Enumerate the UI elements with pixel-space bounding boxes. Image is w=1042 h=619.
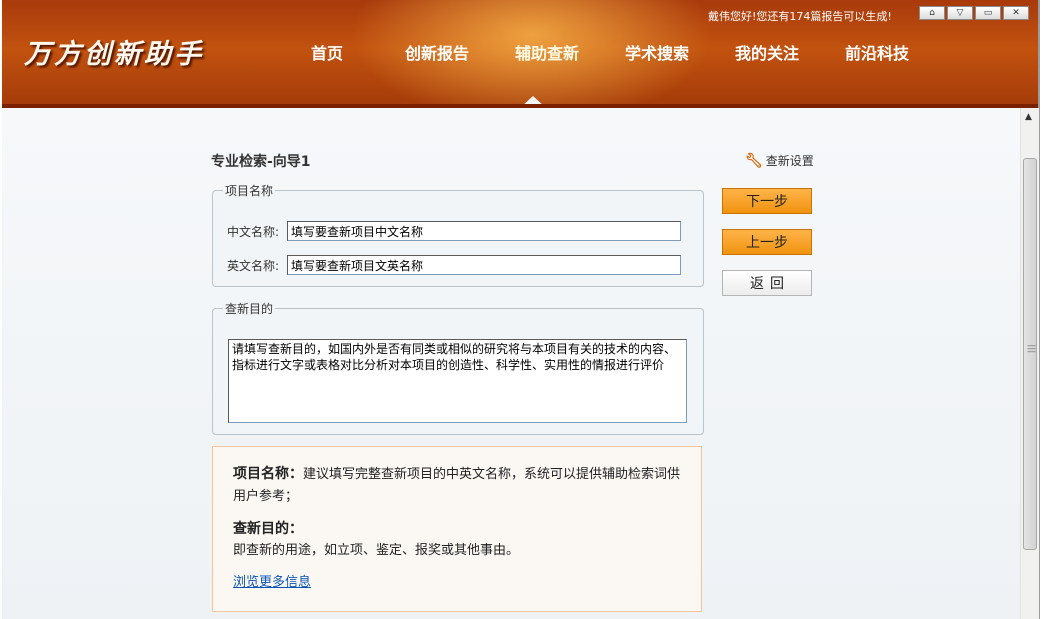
help-project-title: 项目名称： [233, 466, 303, 482]
nav-my-follow[interactable]: 我的关注 [712, 40, 822, 64]
cn-name-row: 中文名称: [227, 221, 681, 241]
help-purpose-title: 查新目的： [233, 521, 303, 537]
settings-link[interactable]: 🔧︎ 查新设置 [745, 152, 814, 169]
home-icon[interactable]: ⌂ [919, 6, 945, 20]
more-info-link[interactable]: 浏览更多信息 [233, 571, 311, 590]
active-nav-pointer [520, 96, 546, 108]
scroll-thumb[interactable]: — — — [1023, 158, 1037, 550]
purpose-textarea[interactable]: 请填写查新目的，如国内外是否有同类或相似的研究将与本项目有关的技术的内容、指标进… [228, 339, 687, 423]
close-icon[interactable]: ✕ [1003, 6, 1029, 20]
project-name-group: 项目名称 中文名称: 英文名称: [212, 182, 704, 287]
purpose-legend: 查新目的 [225, 302, 274, 316]
back-button[interactable]: 返回 [722, 270, 812, 296]
dropdown-icon[interactable]: ▽ [947, 6, 973, 20]
nav-innovation-report[interactable]: 创新报告 [382, 40, 492, 64]
user-greeting: 戴伟您好!您还有174篇报告可以生成! [708, 10, 892, 23]
project-name-legend: 项目名称 [225, 184, 274, 198]
cn-name-input[interactable] [287, 221, 681, 241]
nav-home[interactable]: 首页 [272, 40, 382, 64]
minimize-icon[interactable]: ▭ [975, 6, 1001, 20]
vertical-scrollbar[interactable]: ▲ — — — [1020, 108, 1039, 619]
app-logo: 万方创新助手 [24, 39, 204, 70]
page-title: 专业检索-向导1 [211, 154, 311, 170]
purpose-group: 查新目的 请填写查新目的，如国内外是否有同类或相似的研究将与本项目有关的技术的内… [212, 300, 704, 435]
app-window: 万方创新助手 首页 创新报告 辅助查新 学术搜索 我的关注 前沿科技 戴伟您好!… [0, 0, 1040, 619]
wrench-icon: 🔧︎ [745, 152, 763, 169]
grip-icon: — — — [1027, 341, 1036, 357]
nav-frontier-tech[interactable]: 前沿科技 [822, 40, 932, 64]
nav-academic-search[interactable]: 学术搜索 [602, 40, 712, 64]
en-name-label: 英文名称: [227, 258, 280, 273]
header-bar: 万方创新助手 首页 创新报告 辅助查新 学术搜索 我的关注 前沿科技 戴伟您好!… [2, 0, 1038, 108]
prev-step-button[interactable]: 上一步 [722, 229, 812, 255]
help-panel: 项目名称：建议填写完整查新项目的中英文名称，系统可以提供辅助检索词供用户参考； … [212, 446, 702, 612]
next-step-button[interactable]: 下一步 [722, 188, 812, 214]
help-project-text: 项目名称：建议填写完整查新项目的中英文名称，系统可以提供辅助检索词供用户参考； [233, 463, 681, 508]
en-name-row: 英文名称: [227, 255, 681, 275]
scroll-up-arrow-icon[interactable]: ▲ [1025, 112, 1032, 122]
window-controls: ⌂ ▽ ▭ ✕ [919, 6, 1029, 20]
main-nav: 首页 创新报告 辅助查新 学术搜索 我的关注 前沿科技 [272, 40, 932, 64]
cn-name-label: 中文名称: [227, 224, 280, 239]
en-name-input[interactable] [287, 255, 681, 275]
help-purpose-desc: 即查新的用途，如立项、鉴定、报奖或其他事由。 [233, 543, 520, 558]
settings-label: 查新设置 [765, 154, 814, 168]
nav-novelty-assist[interactable]: 辅助查新 [492, 40, 602, 64]
